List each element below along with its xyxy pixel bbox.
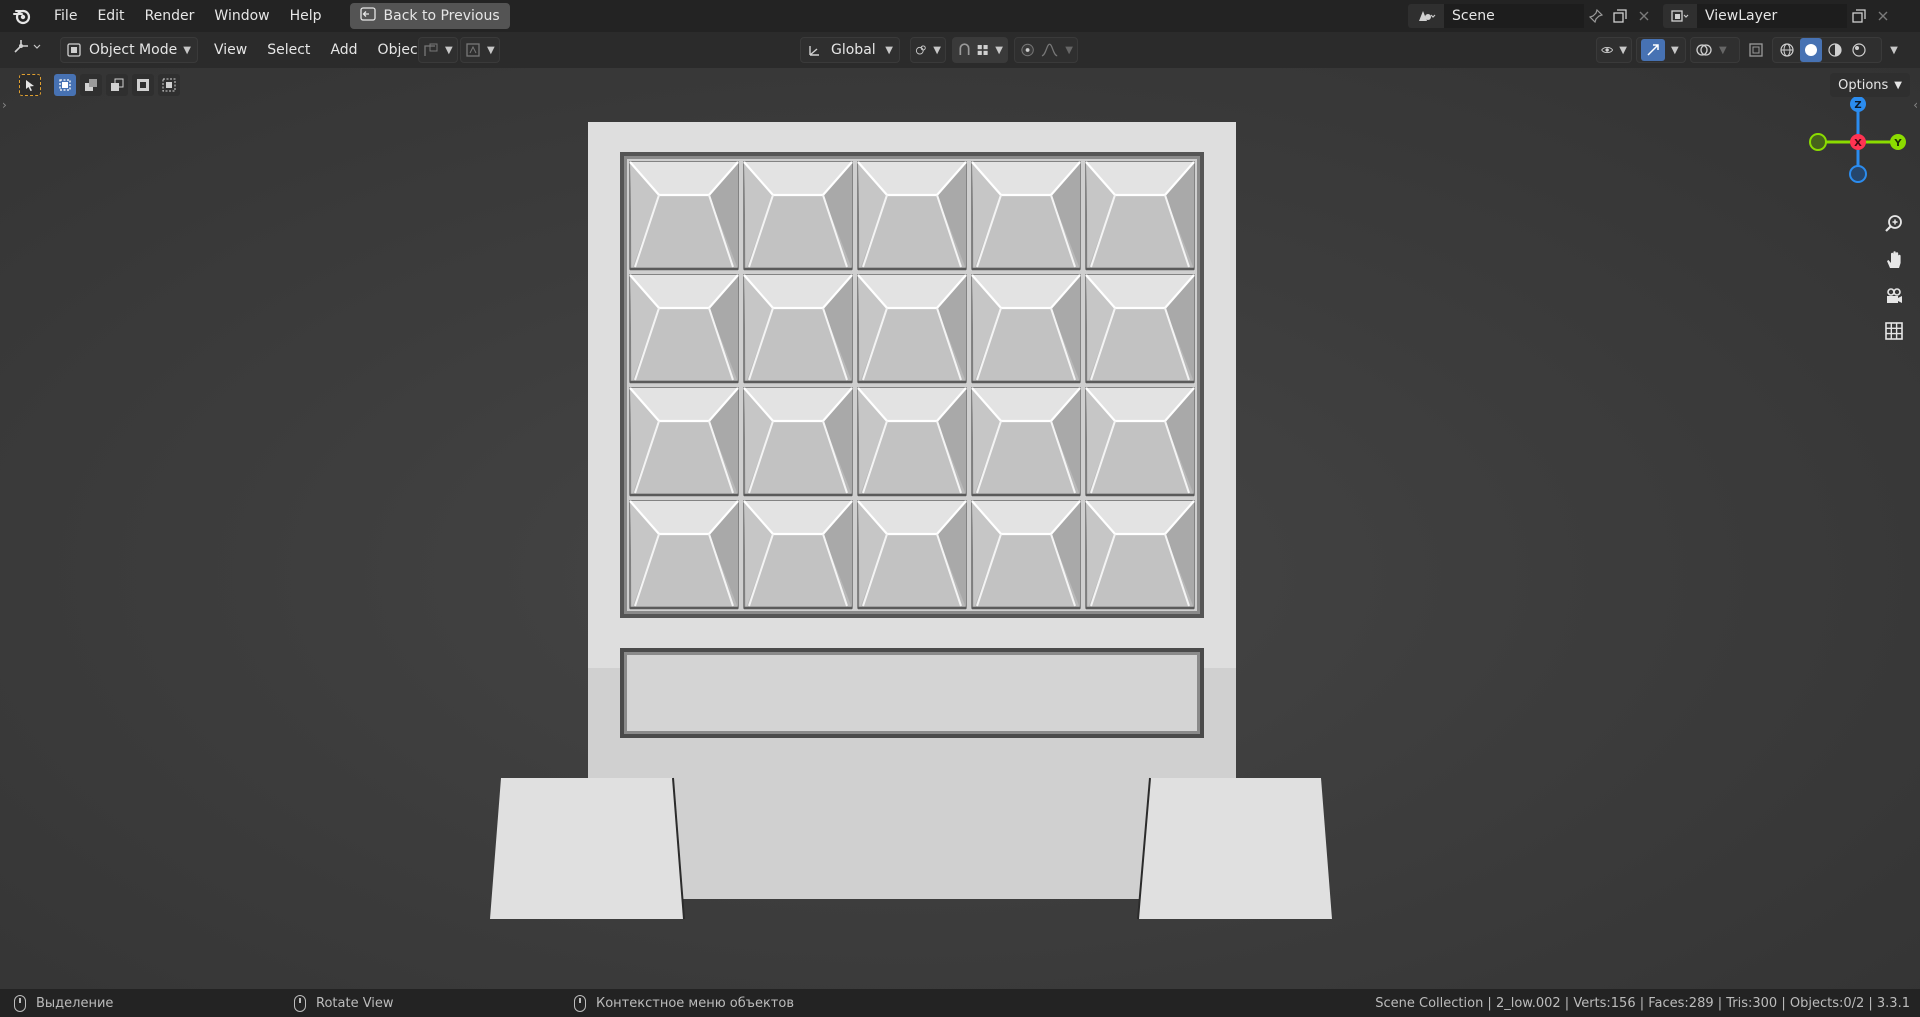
scene-render [490,122,1332,920]
right-foot [1138,778,1332,919]
status-right-action: Контекстное меню объектов [596,995,794,1011]
pivot-dropdown[interactable]: ▼ [910,37,946,63]
status-right-hint: Контекстное меню объектов [574,994,794,1012]
3d-viewport[interactable]: › ‹ Z Y X [0,68,1920,989]
cursor-tool-group [19,74,41,96]
global-orientation-icon [809,46,819,56]
chevron-down-icon: ▼ [183,44,191,56]
status-left-action: Выделение [36,995,114,1011]
scene-name-field[interactable]: Scene [1444,4,1584,28]
shading-modes [1772,37,1882,63]
solid-shading-icon[interactable] [1800,38,1822,62]
pin-icon[interactable] [1584,4,1608,28]
mode-dropdown[interactable]: Object Mode ▼ [60,37,198,63]
close-icon[interactable] [1871,4,1895,28]
select-extend-icon[interactable] [80,74,102,96]
gizmo-z-label: Z [1854,100,1861,111]
editor-type-button[interactable] [12,37,44,61]
pivot-snap-tools: ▼ ▼ ▼ [910,37,1078,63]
mouse-middle-icon [294,994,306,1012]
copy-icon[interactable] [1847,4,1871,28]
status-middle-hint: Rotate View [294,994,394,1012]
chevron-down-icon: ▼ [885,44,893,56]
menu-window[interactable]: Window [204,3,279,29]
gizmo-x-label: X [1854,138,1862,149]
overlay-tools: ▼ ▼ ▼ ▼ [1596,37,1902,63]
grid-icon[interactable] [1880,317,1908,345]
proportional-dropdown[interactable]: ▼ [460,37,500,63]
menu-file[interactable]: File [44,3,87,29]
visibility-dropdown[interactable]: ▼ [1596,37,1632,63]
box-select-icon[interactable] [54,74,76,96]
cursor-tool-icon[interactable] [19,74,41,96]
transform-affect-dropdown[interactable]: ▼ [418,37,458,63]
select-intersect-icon[interactable] [158,74,180,96]
options-dropdown[interactable]: Options ▼ [1830,73,1910,97]
navigation-gizmo[interactable]: Z Y X [1808,92,1908,192]
xray-toggle-icon[interactable] [1744,38,1768,62]
lower-panel [627,655,1197,731]
chevron-down-icon[interactable]: ▼ [1886,38,1902,62]
menu-view[interactable]: View [204,37,257,63]
top-bar: File Edit Render Window Help Back to Pre… [0,0,1920,32]
chevron-down-icon: ▼ [1894,79,1902,91]
options-label: Options [1838,77,1889,93]
menu-select[interactable]: Select [257,37,320,63]
rendered-shading-icon[interactable] [1848,38,1870,62]
menu-help[interactable]: Help [280,3,332,29]
viewport-header: Object Mode ▼ View Select Add Object ▼ ▼… [0,32,1920,68]
overlay-dropdown[interactable]: ▼ [1690,37,1740,63]
blender-logo-icon[interactable] [10,4,34,28]
close-icon[interactable] [1632,4,1656,28]
viewlayer-icon[interactable] [1663,4,1697,28]
viewlayer-name-field[interactable]: ViewLayer [1697,4,1847,28]
scene-statistics: Scene Collection | 2_low.002 | Verts:156… [1375,995,1910,1011]
copy-icon[interactable] [1608,4,1632,28]
back-to-previous-button[interactable]: Back to Previous [349,3,510,29]
status-bar: Выделение Rotate View Контекстное меню о… [0,989,1920,1017]
menu-add[interactable]: Add [320,37,367,63]
gizmo-neg-y-axis[interactable] [1809,133,1827,151]
mode-label: Object Mode [89,42,178,58]
scene-selector: Scene [1408,4,1656,28]
status-left-hint: Выделение [14,994,114,1012]
mouse-right-icon [574,994,586,1012]
gizmo-neg-z-axis[interactable] [1849,165,1867,183]
sidebar-expand-icon[interactable]: ‹ [1913,98,1918,112]
select-mode-group [54,74,180,96]
mouse-left-icon [14,994,26,1012]
scene-icon[interactable] [1408,4,1444,28]
status-middle-action: Rotate View [316,995,394,1011]
menu-render[interactable]: Render [135,3,205,29]
object-mode-icon [67,43,81,57]
material-shading-icon[interactable] [1824,38,1846,62]
zoom-icon[interactable] [1880,210,1908,238]
camera-icon[interactable] [1880,282,1908,310]
wireframe-shading-icon[interactable] [1776,38,1798,62]
transform-tools: ▼ ▼ [418,37,500,63]
proportional-edit-toggle[interactable]: ▼ [1014,37,1078,63]
back-icon [359,7,376,25]
menu-edit[interactable]: Edit [87,3,134,29]
hand-pan-icon[interactable] [1880,246,1908,274]
toolbar-expand-icon[interactable]: › [2,98,7,112]
snap-dropdown[interactable]: ▼ [952,37,1008,63]
viewlayer-selector: ViewLayer [1663,4,1895,28]
select-subtract-icon[interactable] [106,74,128,96]
gizmo-dropdown[interactable]: ▼ [1636,37,1686,63]
left-foot [490,778,684,919]
back-to-previous-label: Back to Previous [383,8,500,24]
orientation-label: Global [831,42,876,58]
select-invert-icon[interactable] [132,74,154,96]
orientation-dropdown[interactable]: Global ▼ [800,37,900,63]
editor-type-icon [12,37,44,61]
gizmo-y-label: Y [1893,138,1902,149]
